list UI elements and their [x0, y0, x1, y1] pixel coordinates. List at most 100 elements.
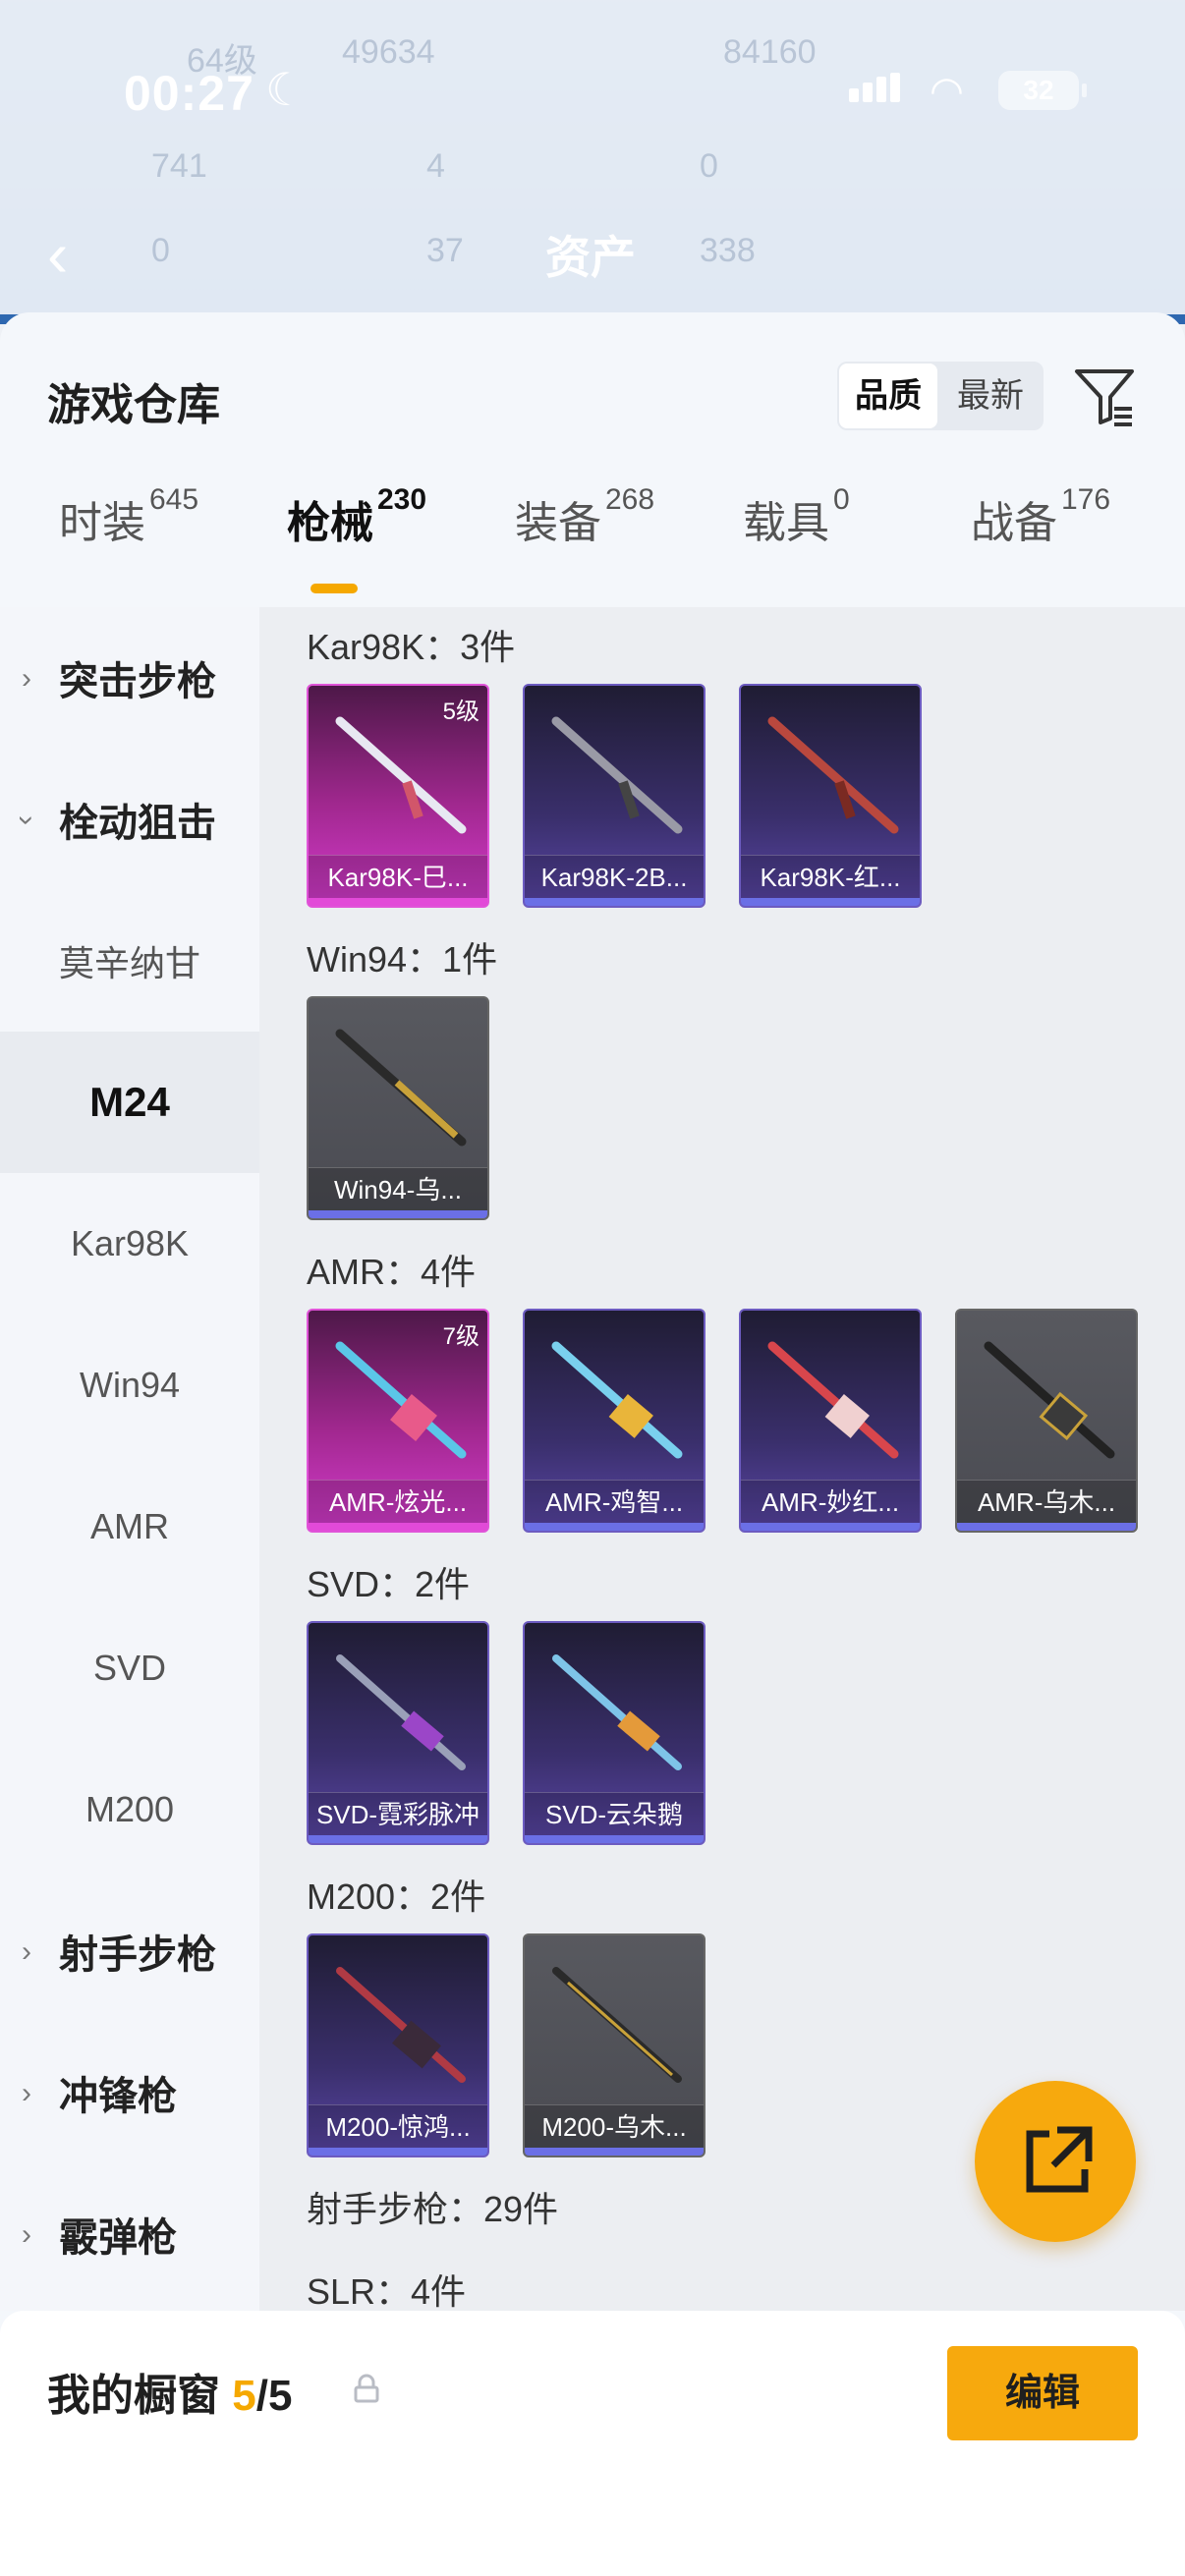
rarity-bar	[525, 2148, 704, 2156]
rifle-icon	[767, 716, 899, 834]
section-header-slr: SLR：4件	[307, 2271, 467, 2311]
rarity-bar	[309, 898, 487, 906]
rarity-bar	[525, 898, 704, 906]
item-name: SVD-霓彩脉冲	[309, 1792, 487, 1835]
chevron-right-icon: ›	[22, 1935, 31, 1968]
rarity-bar	[741, 898, 920, 906]
bg-stat-2: 4	[426, 147, 445, 185]
status-bar: 00:27 ☾ ◠ 32	[0, 59, 1185, 138]
item-card[interactable]: M200-乌木...	[523, 1933, 705, 2157]
rifle-icon	[336, 1654, 466, 1770]
sidebar-item-shotgun[interactable]: › 霰弹枪	[0, 2163, 259, 2305]
status-time: 00:27	[124, 66, 254, 121]
rifle-icon	[335, 716, 467, 834]
section-header-kar98k: Kar98K：3件	[307, 627, 516, 667]
sidebar-item-bolt-sniper[interactable]: › 栓动狙击	[0, 749, 259, 890]
tab-equipment[interactable]: 装备 268	[515, 483, 654, 605]
rifle-icon	[551, 1341, 683, 1459]
item-name: Kar98K-巳...	[309, 855, 487, 898]
tab-fashion[interactable]: 时装 645	[59, 483, 198, 605]
wifi-icon: ◠	[930, 70, 964, 113]
back-icon[interactable]: ‹	[47, 218, 68, 291]
item-card[interactable]: 5级 Kar98K-巳...	[307, 684, 489, 908]
rarity-bar	[309, 2148, 487, 2156]
item-name: AMR-妙红...	[741, 1480, 920, 1523]
filter-icon[interactable]	[1071, 362, 1140, 430]
bg-stat-3: 0	[700, 147, 718, 185]
bg-stat-5: 37	[426, 232, 464, 269]
chevron-down-icon: ›	[11, 815, 43, 825]
rarity-bar	[957, 1523, 1136, 1531]
battery-icon: 32	[998, 71, 1087, 110]
rifle-icon	[336, 1967, 466, 2083]
tab-guns[interactable]: 枪械 230	[287, 483, 426, 605]
nav-title: 资产	[545, 232, 636, 283]
rifle-icon	[552, 1654, 682, 1770]
item-name: Kar98K-红...	[741, 855, 920, 898]
share-button[interactable]	[975, 2081, 1136, 2242]
bg-stat-4: 0	[151, 232, 170, 269]
item-name: Win94-乌...	[309, 1167, 487, 1210]
sidebar-item-m24[interactable]: M24	[0, 1032, 259, 1173]
section-header-m200: M200：2件	[307, 1876, 486, 1917]
sidebar-item-smg[interactable]: › 冲锋枪	[0, 2022, 259, 2163]
bg-stat-6: 338	[700, 232, 756, 269]
section-header-dmr: 射手步枪：29件	[307, 2189, 559, 2229]
edit-button[interactable]: 编辑	[947, 2346, 1138, 2440]
item-card[interactable]: AMR-妙红...	[739, 1309, 922, 1533]
lock-icon[interactable]	[354, 2374, 379, 2408]
chevron-right-icon: ›	[22, 2218, 31, 2251]
showcase-current: 5	[232, 2372, 256, 2420]
item-name: M200-乌木...	[525, 2104, 704, 2148]
item-name: M200-惊鸿...	[309, 2104, 487, 2148]
item-card[interactable]: Win94-乌...	[307, 996, 489, 1220]
tab-supplies[interactable]: 战备 176	[971, 483, 1110, 605]
showcase-total: /5	[255, 2372, 293, 2420]
sidebar-item-m200[interactable]: M200	[0, 1739, 259, 1880]
weapon-type-sidebar: › 突击步枪 › 栓动狙击 莫辛纳甘 M24 Kar98K Win94 AMR SV…	[0, 607, 259, 2311]
sidebar-item-win94[interactable]: Win94	[0, 1315, 259, 1456]
rarity-bar	[741, 1523, 920, 1531]
sort-toggle: 品质 最新	[837, 362, 1044, 430]
rifle-icon	[335, 1341, 467, 1459]
showcase-title: 我的橱窗 5/5	[47, 2372, 293, 2420]
tab-vehicles[interactable]: 载具 0	[743, 483, 850, 605]
item-name: Kar98K-2B...	[525, 855, 704, 898]
sort-quality-button[interactable]: 品质	[839, 364, 937, 428]
category-tabs: 时装 645 枪械 230 装备 268 载具 0 战备 176	[0, 483, 1185, 605]
item-card[interactable]: Kar98K-2B...	[523, 684, 705, 908]
item-card[interactable]: AMR-鸡智...	[523, 1309, 705, 1533]
item-card[interactable]: 7级 AMR-炫光...	[307, 1309, 489, 1533]
item-name: AMR-乌木...	[957, 1480, 1136, 1523]
sidebar-item-svd[interactable]: SVD	[0, 1597, 259, 1739]
rifle-icon	[552, 1967, 682, 2083]
rarity-bar	[525, 1835, 704, 1843]
sidebar-item-mosin[interactable]: 莫辛纳甘	[0, 890, 259, 1032]
item-card[interactable]: M200-惊鸿...	[307, 1933, 489, 2157]
showcase-bar: 我的橱窗 5/5 编辑	[0, 2311, 1185, 2576]
sidebar-item-amr[interactable]: AMR	[0, 1456, 259, 1597]
section-header-win94: Win94：1件	[307, 939, 498, 980]
chevron-right-icon: ›	[22, 662, 31, 695]
sidebar-item-assault-rifle[interactable]: › 突击步枪	[0, 607, 259, 749]
item-name: AMR-炫光...	[309, 1480, 487, 1523]
active-tab-indicator	[310, 584, 358, 593]
rarity-bar	[525, 1523, 704, 1531]
rarity-bar	[309, 1210, 487, 1218]
rifle-icon	[335, 1029, 467, 1147]
item-card[interactable]: AMR-乌木...	[955, 1309, 1138, 1533]
weapon-grid: Kar98K：3件 5级 Kar98K-巳... Kar98K-2B... Kar…	[259, 607, 1185, 2311]
item-card[interactable]: SVD-霓彩脉冲	[307, 1621, 489, 1845]
sidebar-item-dmr[interactable]: › 射手步枪	[0, 1880, 259, 2022]
moon-icon: ☾	[265, 64, 307, 115]
rifle-icon	[767, 1341, 899, 1459]
item-card[interactable]: Kar98K-红...	[739, 684, 922, 908]
sidebar-item-kar98k[interactable]: Kar98K	[0, 1173, 259, 1315]
share-icon	[1026, 2126, 1093, 2193]
rarity-bar	[309, 1523, 487, 1531]
rarity-bar	[309, 1835, 487, 1843]
bg-stat-1: 741	[151, 147, 207, 185]
section-header-svd: SVD：2件	[307, 1564, 471, 1604]
item-card[interactable]: SVD-云朵鹅	[523, 1621, 705, 1845]
sort-newest-button[interactable]: 最新	[941, 364, 1040, 428]
